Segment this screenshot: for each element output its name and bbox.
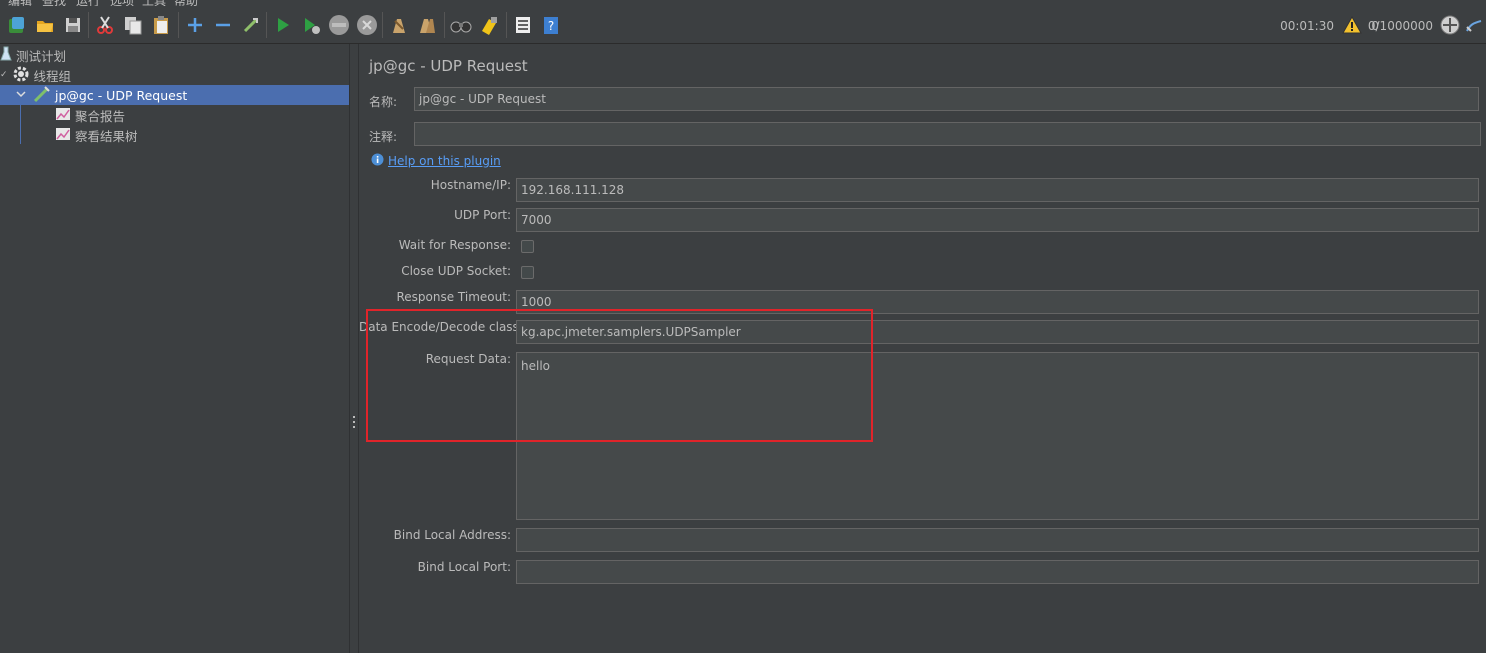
bind-address-label: Bind Local Address: (393, 528, 511, 542)
gear-icon (12, 65, 30, 86)
help-link[interactable]: Help on this plugin (388, 154, 501, 168)
split-pane-divider[interactable] (349, 44, 359, 653)
reset-search-icon[interactable] (478, 14, 500, 36)
active-threads: 0/1000000 (1367, 19, 1433, 33)
splitter-grip-icon[interactable] (353, 416, 355, 430)
svg-text:?: ? (548, 19, 554, 33)
close-socket-label: Close UDP Socket: (401, 264, 511, 278)
tree-item-results-tree[interactable]: 察看结果树 (0, 125, 349, 145)
elapsed-time: 00:01:30 (1280, 19, 1334, 33)
copy-icon[interactable] (122, 14, 144, 36)
test-plan-tree: 测试计划 ✓ 线程组 jp@gc - UDP Request 聚合报告 察看结果… (0, 44, 349, 653)
toolbar-separator (266, 12, 267, 38)
comment-field[interactable] (414, 122, 1481, 146)
name-field[interactable]: jp@gc - UDP Request (414, 87, 1479, 111)
sampler-panel: jp@gc - UDP Request 名称: jp@gc - UDP Requ… (359, 44, 1486, 653)
help-row: Help on this plugin (371, 153, 501, 169)
udp-port-label: UDP Port: (454, 208, 511, 222)
bind-address-field[interactable] (516, 528, 1479, 552)
request-data-label: Request Data: (425, 352, 511, 366)
toolbar-separator (444, 12, 445, 38)
warning-icon[interactable] (1342, 15, 1362, 37)
panel-title: jp@gc - UDP Request (369, 57, 528, 75)
log-viewer-icon[interactable] (1464, 15, 1484, 38)
toolbar-separator (382, 12, 383, 38)
hostname-field[interactable]: 192.168.111.128 (516, 178, 1479, 202)
listener-icon (55, 127, 71, 144)
bind-port-label: Bind Local Port: (417, 560, 511, 574)
tree-item-test-plan[interactable]: 测试计划 (0, 45, 349, 65)
toolbar-separator (506, 12, 507, 38)
start-no-timers-icon[interactable] (300, 14, 322, 36)
expand-toggle-icon[interactable]: ✓ (0, 70, 8, 80)
sampler-icon (33, 85, 51, 106)
remote-status-icon[interactable] (1440, 15, 1460, 38)
tree-item-label: 线程组 (33, 68, 72, 84)
toolbar-separator (178, 12, 179, 38)
clear-all-icon[interactable] (416, 14, 438, 36)
toolbar-separator (88, 12, 89, 38)
tree-item-thread-group[interactable]: ✓ 线程组 (0, 65, 349, 85)
encode-class-field[interactable]: kg.apc.jmeter.samplers.UDPSampler (516, 320, 1479, 344)
test-plan-icon (0, 46, 12, 65)
bind-port-field[interactable] (516, 560, 1479, 584)
listener-icon (55, 107, 71, 124)
expand-icon[interactable] (184, 14, 206, 36)
tree-item-label: 聚合报告 (75, 108, 126, 124)
request-data-textarea[interactable]: hello (516, 352, 1479, 520)
tree-item-udp-request[interactable]: jp@gc - UDP Request (0, 85, 349, 105)
toggle-icon[interactable] (240, 14, 262, 36)
help-icon[interactable]: ? (540, 14, 562, 36)
shutdown-icon[interactable] (356, 14, 378, 36)
toolbar: ? 00:01:30 0 0/1000000 (0, 6, 1486, 44)
save-icon[interactable] (62, 14, 84, 36)
tree-item-label: 察看结果树 (75, 128, 138, 144)
tree-item-label: jp@gc - UDP Request (55, 87, 188, 103)
collapse-icon[interactable] (212, 14, 234, 36)
response-timeout-label: Response Timeout: (396, 290, 511, 304)
search-icon[interactable] (450, 14, 472, 36)
wait-response-checkbox[interactable] (521, 240, 534, 253)
encode-class-label: Data Encode/Decode class: (359, 320, 523, 334)
clear-icon[interactable] (388, 14, 410, 36)
udp-port-field[interactable]: 7000 (516, 208, 1479, 232)
tree-item-label: 测试计划 (16, 48, 67, 64)
templates-icon[interactable] (6, 14, 28, 36)
cut-icon[interactable] (94, 14, 116, 36)
hostname-label: Hostname/IP: (430, 178, 511, 192)
stop-icon[interactable] (328, 14, 350, 36)
info-icon (371, 153, 384, 169)
function-helper-icon[interactable] (512, 14, 534, 36)
close-socket-checkbox[interactable] (521, 266, 534, 279)
response-timeout-field[interactable]: 1000 (516, 290, 1479, 314)
open-icon[interactable] (34, 14, 56, 36)
comment-label: 注释: (369, 130, 398, 144)
chevron-down-icon[interactable] (15, 88, 27, 103)
paste-icon[interactable] (150, 14, 172, 36)
name-label: 名称: (369, 95, 398, 109)
start-icon[interactable] (272, 14, 294, 36)
wait-response-label: Wait for Response: (398, 238, 511, 252)
tree-item-aggregate-report[interactable]: 聚合报告 (0, 105, 349, 125)
